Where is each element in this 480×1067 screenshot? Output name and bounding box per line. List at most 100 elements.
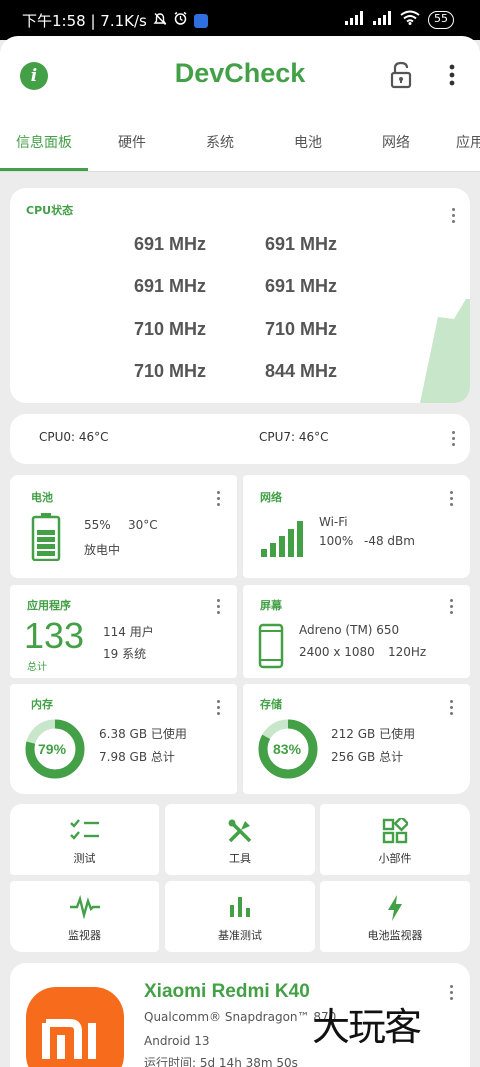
tools-label: 工具 xyxy=(229,852,251,865)
network-card[interactable]: 网络 Wi-Fi 100% -48 dBm xyxy=(243,475,470,578)
wifi-icon xyxy=(400,10,420,29)
battery-temperature: 30°C xyxy=(128,518,158,532)
lock-icon[interactable] xyxy=(388,60,414,90)
cpu-core-freq: 691 MHz xyxy=(134,276,207,296)
signal-strength: 100% xyxy=(319,534,354,548)
memory-card-title: 内存 xyxy=(31,698,53,711)
battery-card[interactable]: 电池 55% 30°C 放电中 xyxy=(10,475,237,578)
active-tab-indicator xyxy=(0,168,88,171)
storage-card-menu-icon[interactable] xyxy=(448,700,454,718)
widgets-icon xyxy=(382,818,408,844)
memory-used: 6.38 GB 已使用 xyxy=(99,727,187,741)
checklist-icon xyxy=(69,819,99,840)
monitors-label: 监视器 xyxy=(68,929,101,942)
gpu-name: Adreno (TM) 650 xyxy=(299,623,400,637)
battery-monitor-button[interactable]: 电池监视器 xyxy=(320,881,470,952)
memory-card-menu-icon[interactable] xyxy=(215,700,221,718)
network-card-menu-icon[interactable] xyxy=(448,491,454,509)
temp-card-menu-icon[interactable] xyxy=(450,431,456,449)
screen-card[interactable]: 屏幕 Adreno (TM) 650 2400 x 1080 120Hz xyxy=(243,585,470,678)
tab-dashboard[interactable]: 信息面板 xyxy=(16,132,72,172)
cpu-card-menu-icon[interactable] xyxy=(450,208,456,226)
battery-level-icon xyxy=(31,513,61,561)
screen-card-menu-icon[interactable] xyxy=(448,599,454,617)
storage-total: 256 GB 总计 xyxy=(331,750,404,764)
battery-monitor-label: 电池监视器 xyxy=(367,929,423,942)
tab-apps[interactable]: 应用 xyxy=(456,132,480,172)
tab-bar: 信息面板 硬件 系统 电池 网络 应用 xyxy=(0,132,480,172)
cpu-status-card[interactable]: CPU状态 691 MHz 691 MHz 691 MHz 691 MHz 71… xyxy=(10,188,470,403)
tab-hardware[interactable]: 硬件 xyxy=(118,132,146,172)
apps-total-label: 总计 xyxy=(27,662,47,673)
cpu-core-freq: 691 MHz xyxy=(134,234,207,254)
status-time-info: 下午1:58 | 7.1K/s xyxy=(22,12,147,30)
cpu-core-freq: 691 MHz xyxy=(265,276,338,296)
apps-card[interactable]: 应用程序 133 总计 114 用户 19 系统 xyxy=(10,585,237,678)
apps-card-title: 应用程序 xyxy=(27,599,71,612)
cpu-core-freq: 710 MHz xyxy=(265,319,338,339)
benchmark-button[interactable]: 基准测试 xyxy=(165,881,315,952)
overflow-menu-icon[interactable] xyxy=(442,62,462,88)
widgets-button[interactable]: 小部件 xyxy=(320,804,470,875)
storage-card[interactable]: 存储 83% 212 GB 已使用 256 GB 总计 xyxy=(243,684,470,794)
tab-network[interactable]: 网络 xyxy=(382,132,410,172)
screen-resolution: 2400 x 1080 xyxy=(299,645,375,659)
signal-dbm: -48 dBm xyxy=(364,534,415,548)
device-os: Android 13 xyxy=(144,1034,210,1048)
tests-label: 测试 xyxy=(73,852,96,865)
tools-button[interactable]: 工具 xyxy=(165,804,315,875)
cpu-core-freq: 691 MHz xyxy=(265,234,338,254)
network-card-title: 网络 xyxy=(260,491,282,504)
system-apps-count: 19 系统 xyxy=(103,647,147,661)
cpu-core-freq: 710 MHz xyxy=(134,361,207,381)
battery-status: 放电中 xyxy=(84,543,121,557)
app-notification-icon xyxy=(193,13,208,28)
cpu-usage-graph xyxy=(420,299,470,403)
monitors-button[interactable]: 监视器 xyxy=(10,881,159,952)
cpu-core-freq: 710 MHz xyxy=(134,319,207,339)
xiaomi-logo xyxy=(26,987,124,1067)
tools-icon xyxy=(228,819,252,843)
battery-card-menu-icon[interactable] xyxy=(215,491,221,509)
battery-indicator: 55 xyxy=(428,10,454,29)
memory-total: 7.98 GB 总计 xyxy=(99,750,175,764)
battery-card-title: 电池 xyxy=(31,491,53,504)
device-soc: Qualcomm® Snapdragon™ 870 xyxy=(144,1010,337,1024)
cpu-status-title: CPU状态 xyxy=(26,204,74,217)
memory-card[interactable]: 内存 79% 6.38 GB 已使用 7.98 GB 总计 xyxy=(10,684,237,794)
pulse-icon xyxy=(69,895,100,919)
battery-level: 55% xyxy=(84,518,111,532)
device-uptime: 运行时间: 5d 14h 38m 50s xyxy=(144,1056,298,1067)
phone-screen-icon xyxy=(258,623,284,669)
device-name: Xiaomi Redmi K40 xyxy=(144,981,310,1002)
cpu7-temperature: CPU7: 46°C xyxy=(259,430,329,444)
widgets-label: 小部件 xyxy=(378,852,412,865)
bar-chart-icon xyxy=(230,897,250,917)
benchmark-label: 基准测试 xyxy=(218,929,262,942)
signal-icon-2 xyxy=(372,10,392,29)
cpu0-temperature: CPU0: 46°C xyxy=(39,430,109,444)
tab-battery[interactable]: 电池 xyxy=(294,132,322,172)
network-type: Wi-Fi xyxy=(319,515,348,529)
status-bar: 下午1:58 | 7.1K/s 55 xyxy=(0,0,480,40)
screen-card-title: 屏幕 xyxy=(260,599,282,612)
screen-refresh-rate: 120Hz xyxy=(388,645,427,659)
device-card-menu-icon[interactable] xyxy=(448,985,454,1003)
tab-system[interactable]: 系统 xyxy=(206,132,234,172)
apps-total-count: 133 xyxy=(24,615,85,656)
wifi-signal-bars-icon xyxy=(261,521,303,557)
signal-icon xyxy=(344,10,364,29)
memory-percent: 79% xyxy=(38,741,67,757)
watermark-text: 大玩客 xyxy=(312,1005,422,1049)
tests-button[interactable]: 测试 xyxy=(10,804,159,875)
alarm-icon xyxy=(173,11,188,30)
storage-card-title: 存储 xyxy=(260,698,282,711)
user-apps-count: 114 用户 xyxy=(103,625,154,639)
cpu-core-freq: 844 MHz xyxy=(265,361,338,381)
cpu-temperature-card[interactable]: CPU0: 46°C CPU7: 46°C xyxy=(10,414,470,464)
storage-percent: 83% xyxy=(273,741,302,757)
app-bar: i DevCheck 信息面板 硬件 系统 电池 网络 应用 xyxy=(0,36,480,172)
apps-card-menu-icon[interactable] xyxy=(215,599,221,617)
lightning-icon xyxy=(388,895,402,921)
mute-icon xyxy=(153,12,167,30)
